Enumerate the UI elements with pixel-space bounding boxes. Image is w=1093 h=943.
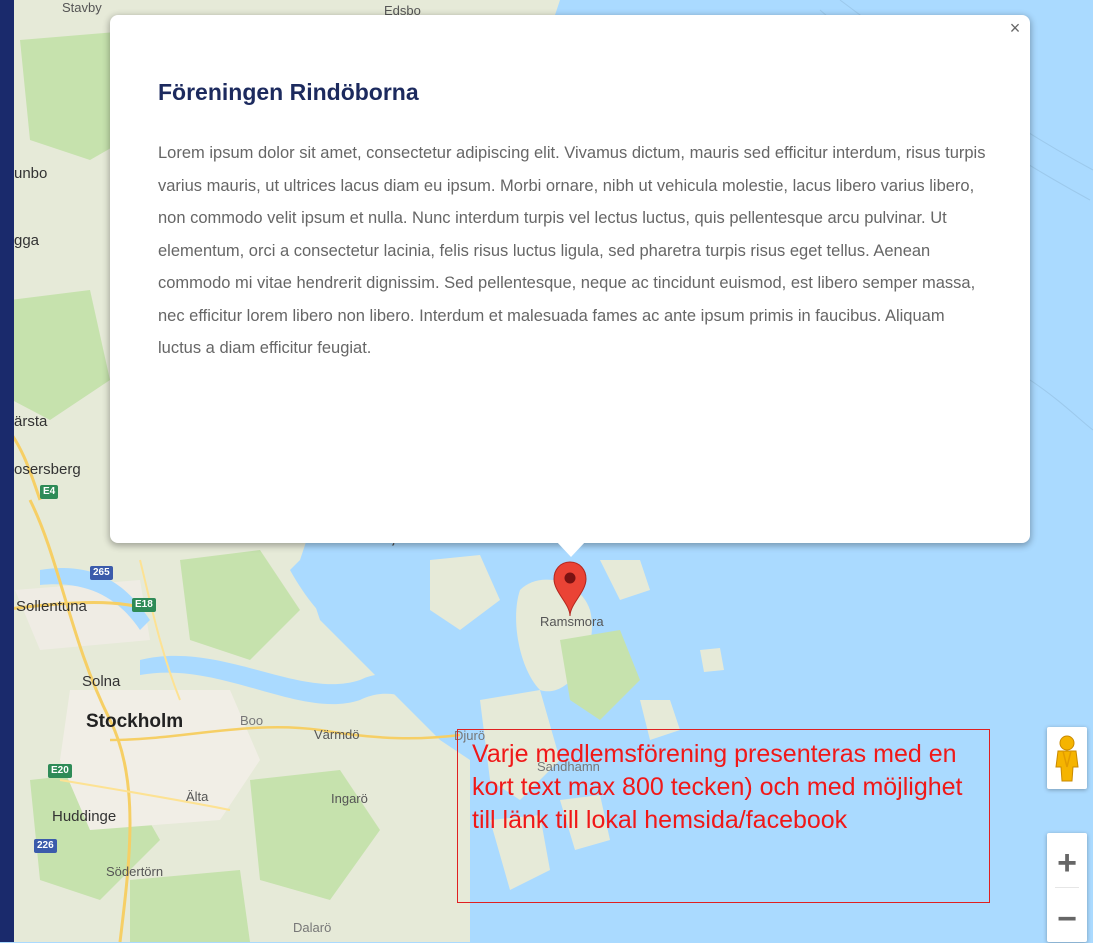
map-label-sodertorn: Södertörn [106, 864, 164, 879]
annotation-text: Varje medlemsförening presenteras med en… [472, 740, 963, 834]
map-label-alta: Älta [186, 789, 209, 804]
map-label-sollentuna: Sollentuna [16, 598, 87, 615]
map-label-rosersberg: osersberg [14, 461, 81, 478]
street-view-pegman[interactable] [1047, 727, 1087, 789]
map-label-huddinge: Huddinge [52, 808, 117, 825]
map-label-stockholm: Stockholm [86, 711, 184, 732]
info-window-title: Föreningen Rindöborna [158, 79, 419, 105]
map-label-stavby: Stavby [62, 0, 102, 15]
road-shield-e20: E20 [48, 764, 72, 778]
map-label-solna: Solna [82, 673, 121, 690]
map-label-gga: gga [14, 232, 40, 249]
info-window-pointer [556, 541, 586, 557]
annotation-box: Varje medlemsförening presenteras med en… [457, 729, 990, 903]
road-shield-226: 226 [34, 839, 57, 853]
map-marker-icon[interactable] [552, 560, 588, 618]
zoom-out-button[interactable]: − [1047, 895, 1087, 943]
road-shield-265: 265 [90, 566, 113, 580]
map-label-boo: Boo [240, 713, 264, 728]
zoom-in-button[interactable]: + [1047, 839, 1087, 887]
road-shield-e4: E4 [40, 485, 59, 499]
info-window: × Föreningen Rindöborna Lorem ipsum dolo… [110, 15, 1030, 543]
zoom-control: + − [1047, 833, 1087, 942]
page-sidebar-strip [0, 0, 14, 942]
map-label-varmdo: Värmdö [314, 727, 360, 742]
map-label-ingaro: Ingarö [331, 791, 368, 806]
zoom-divider [1055, 887, 1079, 888]
info-window-body: Lorem ipsum dolor sit amet, consectetur … [158, 144, 986, 357]
road-shield-e18: E18 [132, 598, 156, 612]
pegman-icon [1055, 735, 1079, 782]
close-icon[interactable]: × [1006, 19, 1024, 37]
map-label-arsta: ärsta [14, 413, 48, 430]
map-label-dalaro: Dalarö [293, 920, 332, 935]
map-label-unbo: unbo [14, 165, 48, 182]
